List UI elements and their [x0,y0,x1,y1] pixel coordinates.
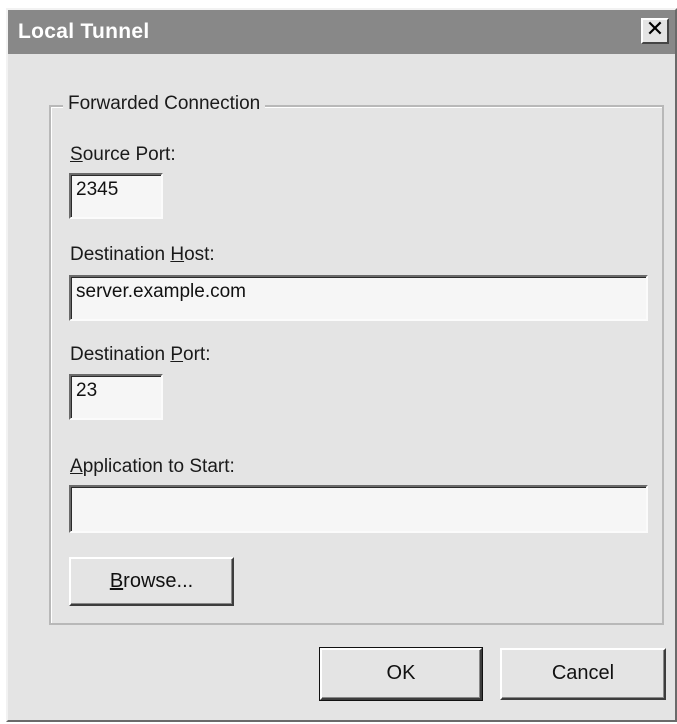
local-tunnel-dialog: Local Tunnel ✕ Forwarded Connection Sour… [6,8,677,722]
application-input[interactable] [69,485,648,533]
title-bar: Local Tunnel ✕ [8,10,675,54]
destination-port-input[interactable]: 23 [69,374,163,420]
browse-button[interactable]: Browse... [69,557,234,606]
dialog-title: Local Tunnel [18,20,150,43]
source-port-input[interactable]: 2345 [69,173,163,219]
destination-port-label: Destination Port: [70,344,211,365]
application-label: Application to Start: [70,456,235,477]
ok-button[interactable]: OK [319,647,483,701]
destination-host-label: Destination Host: [70,244,215,265]
cancel-button[interactable]: Cancel [500,648,666,700]
source-port-label: Source Port: [70,144,176,165]
group-legend: Forwarded Connection [63,93,266,115]
destination-host-input[interactable]: server.example.com [69,275,648,321]
close-icon[interactable]: ✕ [641,18,669,44]
